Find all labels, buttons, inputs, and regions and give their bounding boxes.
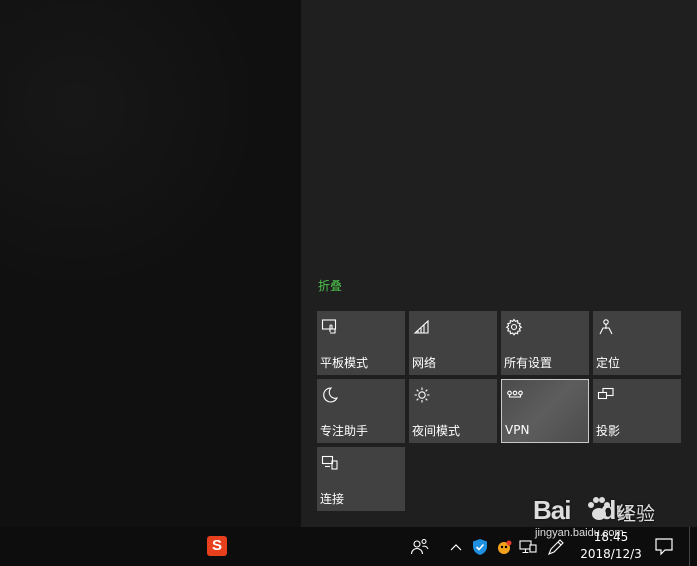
- moon-icon: [321, 386, 339, 404]
- gear-icon: [505, 318, 523, 336]
- network-icon: [413, 318, 431, 336]
- tile-tablet-mode[interactable]: 平板模式: [317, 311, 405, 375]
- pen-icon[interactable]: [546, 537, 566, 557]
- tile-connect[interactable]: 连接: [317, 447, 405, 511]
- notification-icon[interactable]: [652, 534, 676, 558]
- clock-time: 18:45: [593, 530, 629, 544]
- sogou-input-icon[interactable]: S: [207, 536, 227, 556]
- clock-date: 2018/12/3: [580, 547, 642, 561]
- tile-vpn[interactable]: VPN: [501, 379, 589, 443]
- shield-icon[interactable]: [470, 537, 490, 557]
- vpn-icon: [506, 387, 524, 405]
- connect-icon: [321, 454, 339, 472]
- tile-label: 投影: [596, 424, 621, 438]
- tile-label: 专注助手: [320, 424, 369, 438]
- show-desktop-button[interactable]: [689, 527, 690, 566]
- taskbar: S 18:45 2018/12/3: [0, 527, 697, 566]
- taskbar-clock[interactable]: 18:45 2018/12/3: [574, 529, 648, 563]
- tile-label: 夜间模式: [412, 424, 461, 438]
- tile-label: VPN: [505, 423, 530, 437]
- tablet-mode-icon: [321, 318, 339, 336]
- location-icon: [597, 318, 615, 336]
- collapse-link[interactable]: 折叠: [318, 278, 342, 294]
- chevron-up-icon[interactable]: [446, 537, 466, 557]
- project-icon: [597, 386, 615, 404]
- app-tray-icon[interactable]: [494, 537, 514, 557]
- tile-all-settings[interactable]: 所有设置: [501, 311, 589, 375]
- tile-label: 连接: [320, 492, 345, 506]
- tile-label: 定位: [596, 356, 621, 370]
- tile-label: 平板模式: [320, 356, 369, 370]
- people-icon[interactable]: [410, 537, 430, 557]
- desktop-background: [0, 0, 301, 527]
- network-icon[interactable]: [518, 537, 538, 557]
- tile-location[interactable]: 定位: [593, 311, 681, 375]
- brightness-icon: [413, 386, 431, 404]
- action-center-panel: 折叠 平板模式 网络 所有设置 定位 专注助手 夜间模式 VPN 投影 连接: [301, 0, 697, 527]
- tile-network[interactable]: 网络: [409, 311, 497, 375]
- tile-night-light[interactable]: 夜间模式: [409, 379, 497, 443]
- tile-project[interactable]: 投影: [593, 379, 681, 443]
- tile-focus-assist[interactable]: 专注助手: [317, 379, 405, 443]
- tile-label: 网络: [412, 356, 437, 370]
- tile-label: 所有设置: [504, 356, 553, 370]
